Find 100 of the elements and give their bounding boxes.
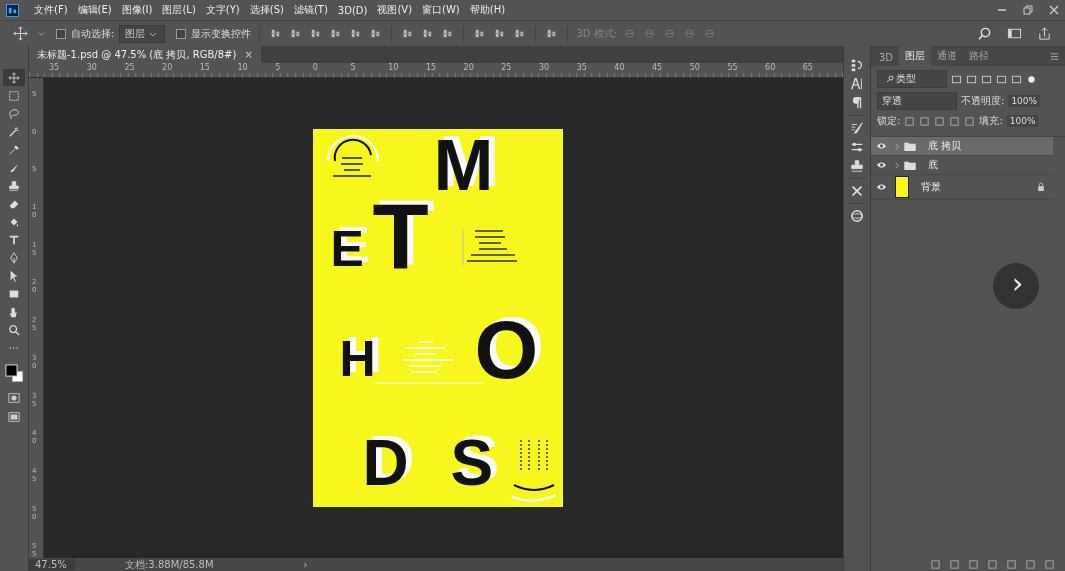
stamp-tool-icon <box>8 179 20 192</box>
align-icon[interactable] <box>422 28 434 39</box>
ruler-label: 10 <box>237 63 249 74</box>
align-icon[interactable] <box>514 28 526 39</box>
sliders-icon[interactable] <box>850 140 864 154</box>
align-icon[interactable] <box>370 28 382 39</box>
fill-label: 填充: <box>979 114 1003 128</box>
lock-option-icon[interactable] <box>964 115 976 127</box>
align-icon[interactable] <box>290 28 302 39</box>
sphere-icon[interactable] <box>850 209 864 223</box>
menu-item[interactable]: 视图(V) <box>372 3 418 17</box>
status-menu-button[interactable]: › <box>213 559 308 570</box>
layer-name: 背景 <box>921 180 942 194</box>
eye-icon[interactable] <box>876 183 887 191</box>
expand-caret-icon[interactable] <box>895 161 900 169</box>
filter-icon[interactable] <box>966 73 977 85</box>
eye-icon[interactable] <box>876 142 887 150</box>
menu-item[interactable]: 帮助(H) <box>464 3 511 17</box>
tool-button[interactable] <box>3 69 25 86</box>
align-icon[interactable] <box>310 28 322 39</box>
align-icon[interactable] <box>474 28 486 39</box>
layer-action-icon[interactable] <box>987 558 998 570</box>
menu-icon[interactable] <box>1050 52 1059 61</box>
layer-action-icon[interactable] <box>930 558 941 570</box>
menu-item[interactable]: 窗口(W) <box>417 3 465 17</box>
panel-tab[interactable]: 通道 <box>931 46 964 66</box>
filter-icon[interactable] <box>951 73 962 85</box>
poster-letter: D <box>362 431 409 495</box>
restore-icon[interactable] <box>1023 5 1033 15</box>
menu-item[interactable]: 滤镜(T) <box>288 3 333 17</box>
align-icon[interactable] <box>494 28 506 39</box>
expand-caret-icon[interactable] <box>895 142 900 150</box>
character-icon[interactable] <box>850 77 864 91</box>
menu-item[interactable]: 文字(Y) <box>200 3 245 17</box>
paragraph-icon[interactable] <box>850 96 864 110</box>
search-icon[interactable] <box>977 26 992 41</box>
layer-row[interactable]: 底 <box>871 156 1053 175</box>
panel-tab[interactable]: 图层 <box>899 46 932 66</box>
checkbox[interactable] <box>176 28 187 39</box>
ruler-label: 15 <box>199 63 211 74</box>
color-swatches-icon[interactable] <box>4 363 24 385</box>
document-tab[interactable]: 未标题-1.psd @ 47.5% (底 拷贝, RGB/8#) × <box>29 46 261 63</box>
align-icon[interactable] <box>270 28 282 39</box>
checkbox[interactable] <box>56 28 66 39</box>
layer-action-icon[interactable] <box>1006 558 1017 570</box>
lock-option-icon[interactable] <box>904 115 916 127</box>
ruler-label: 5 <box>275 63 282 74</box>
layer-action-icon[interactable] <box>1044 558 1055 570</box>
close-icon[interactable] <box>1049 5 1059 15</box>
layer-action-icon[interactable] <box>968 558 979 570</box>
filter-icon[interactable] <box>981 73 992 85</box>
lock-option-icon[interactable] <box>919 115 931 127</box>
menu-item[interactable]: 文件(F) <box>29 3 73 17</box>
align-icon[interactable] <box>330 28 342 39</box>
layer-action-icon[interactable] <box>949 558 960 570</box>
tools-icon[interactable] <box>850 184 864 198</box>
align-icon[interactable] <box>402 28 414 39</box>
lock-option-icon[interactable] <box>949 115 961 127</box>
menu-item[interactable]: 图层(L) <box>157 3 201 17</box>
align-icon[interactable] <box>546 28 558 39</box>
filter-toggle-icon[interactable] <box>1026 73 1037 85</box>
ruler-label: 40 <box>614 63 626 74</box>
blend-mode-dropdown[interactable]: 穿透 <box>877 92 957 110</box>
caret-icon[interactable] <box>38 30 45 37</box>
layer-filter-dropdown[interactable]: 类型 <box>877 70 947 88</box>
screen-mode-icon[interactable] <box>8 411 20 423</box>
ruler-label: 15 <box>425 63 438 74</box>
layer-row[interactable]: 背景 <box>871 175 1053 200</box>
panel-tab[interactable]: 路径 <box>963 46 996 66</box>
align-icon[interactable] <box>350 28 362 39</box>
workspace-icon[interactable] <box>1007 26 1022 41</box>
tab-close-button[interactable]: × <box>244 49 253 60</box>
layer-action-icon[interactable] <box>1025 558 1036 570</box>
quick-mask-icon[interactable] <box>8 392 20 404</box>
menu-item[interactable]: 编辑(E) <box>72 3 117 17</box>
history-icon[interactable] <box>850 58 864 72</box>
layer-row[interactable]: 底 拷贝 <box>871 137 1053 156</box>
panel-tab[interactable]: 3D <box>873 49 900 66</box>
move-tool-icon[interactable] <box>13 26 28 41</box>
app-logo-icon <box>6 3 19 17</box>
align-icon[interactable] <box>442 28 454 39</box>
fill-field[interactable]: 100% <box>1006 115 1039 127</box>
menu-item[interactable]: 选择(S) <box>244 3 289 17</box>
brush-settings-icon[interactable] <box>850 121 864 135</box>
zoom-level[interactable]: 47.5% <box>29 559 75 570</box>
filter-icon[interactable] <box>1011 73 1022 85</box>
poster-letter: M <box>433 129 494 201</box>
eye-icon[interactable] <box>876 161 887 169</box>
type-tool-icon <box>8 233 20 246</box>
auto-select-dropdown[interactable]: 图层 <box>119 24 166 43</box>
filter-icon[interactable] <box>996 73 1007 85</box>
eyedropper-tool-icon <box>8 143 20 156</box>
document-size: 文档:3.88M/85.8M <box>124 557 214 571</box>
menu-item[interactable]: 3D(D) <box>332 4 373 16</box>
menu-item[interactable]: 图像(I) <box>116 3 158 17</box>
share-icon[interactable] <box>1037 26 1052 41</box>
stamp-icon[interactable] <box>850 159 864 173</box>
ruler-label: 5 <box>350 63 357 74</box>
opacity-field[interactable]: 100% <box>1008 95 1041 107</box>
lock-option-icon[interactable] <box>934 115 946 127</box>
